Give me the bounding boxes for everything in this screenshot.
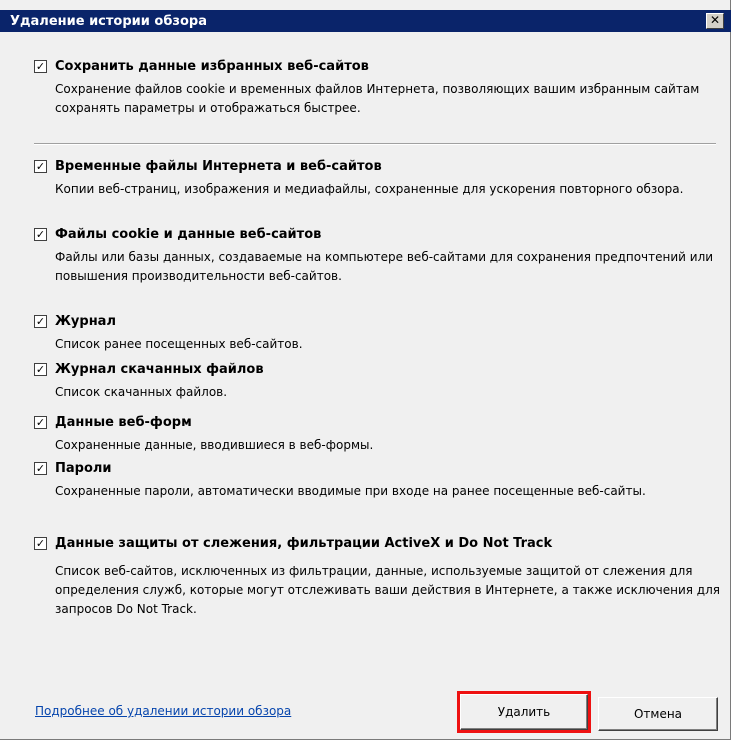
item-title: Файлы cookie и данные веб-сайтов xyxy=(55,227,322,242)
item-description: Список скачанных файлов. xyxy=(55,385,228,399)
item-description: Сохраненные пароли, автоматически вводим… xyxy=(55,484,646,498)
cancel-button[interactable]: Отмена xyxy=(598,697,718,731)
item-description: Список ранее посещенных веб-сайтов. xyxy=(55,337,303,351)
item-description: Копии веб-страниц, изображения и медиафа… xyxy=(55,182,684,196)
checkbox-tracking-protection[interactable]: ✓ xyxy=(34,537,47,550)
checkbox-favorites-data[interactable]: ✓ xyxy=(34,60,47,73)
checkbox-passwords[interactable]: ✓ xyxy=(34,462,47,475)
item-title: Сохранить данные избранных веб-сайтов xyxy=(55,59,369,74)
item-title: Данные защиты от слежения, фильтрации Ac… xyxy=(55,536,553,551)
item-title: Временные файлы Интернета и веб-сайтов xyxy=(55,159,382,174)
checkbox-cookies[interactable]: ✓ xyxy=(34,228,47,241)
delete-button[interactable]: Удалить xyxy=(457,691,591,733)
item-description: Список веб-сайтов, исключенных из фильтр… xyxy=(55,564,720,616)
dialog-title: Удаление истории обзора xyxy=(10,14,207,29)
separator xyxy=(34,143,716,145)
item-title: Данные веб-форм xyxy=(55,415,192,430)
learn-more-link[interactable]: Подробнее об удалении истории обзора xyxy=(35,704,291,718)
close-icon: ✕ xyxy=(709,13,721,27)
item-description: Сохраненные данные, вводившиеся в веб-фо… xyxy=(55,438,374,452)
item-title: Журнал xyxy=(55,314,116,329)
delete-history-dialog: Удаление истории обзора ✕ ✓ Сохранить да… xyxy=(0,0,731,740)
checkbox-history[interactable]: ✓ xyxy=(34,315,47,328)
item-title: Журнал скачанных файлов xyxy=(55,362,264,377)
checkbox-form-data[interactable]: ✓ xyxy=(34,416,47,429)
close-button[interactable]: ✕ xyxy=(706,13,724,29)
item-description: Файлы или базы данных, создаваемые на ко… xyxy=(55,250,714,283)
checkbox-download-history[interactable]: ✓ xyxy=(34,363,47,376)
item-title: Пароли xyxy=(55,461,112,476)
item-description: Сохранение файлов cookie и временных фай… xyxy=(55,82,700,115)
checkbox-temp-files[interactable]: ✓ xyxy=(34,160,47,173)
